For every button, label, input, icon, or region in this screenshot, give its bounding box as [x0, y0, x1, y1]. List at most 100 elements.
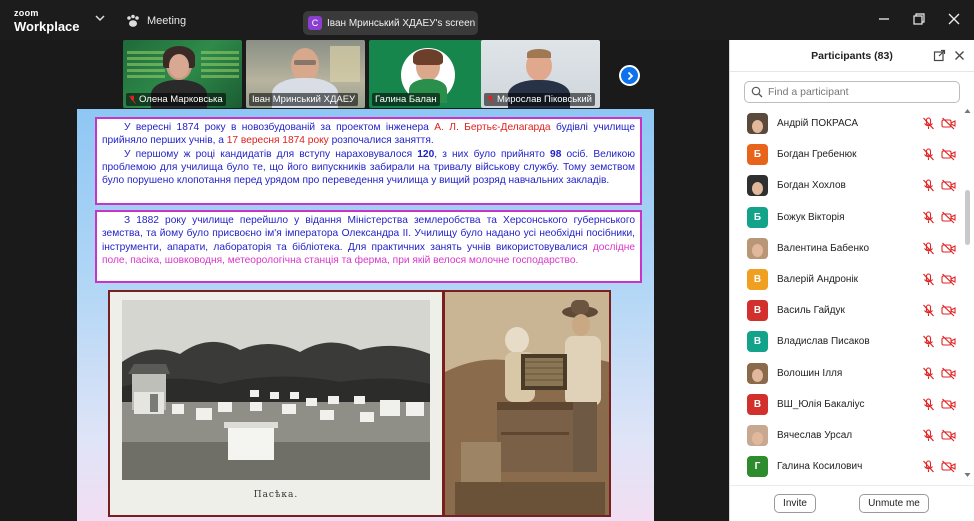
participant-row[interactable]: В Владислав Писаков	[730, 326, 968, 357]
share-label: Іван Мринський ХДАЕУ's screen	[327, 17, 476, 29]
slide-text-highlight: 17 вересня 1874 року	[226, 135, 329, 147]
paw-icon	[127, 14, 139, 27]
zoom-window: zoom Workplace Meeting С Іван Мринський …	[0, 0, 974, 521]
shared-screen-area: У вересні 1874 року в новозбудованій за …	[0, 109, 729, 521]
video-off-icon[interactable]	[941, 148, 956, 161]
participant-video-name: Іван Мринський ХДАЕУ	[252, 94, 356, 105]
slide-text-highlight: А. Л. Бертьє-Делагарда	[434, 122, 551, 133]
mic-muted-icon[interactable]	[922, 398, 935, 411]
participants-scrollbar[interactable]	[965, 190, 970, 245]
participant-photo-avatar	[747, 113, 768, 134]
video-tile[interactable]: Галина Балан	[369, 40, 488, 108]
close-panel-icon[interactable]	[953, 49, 966, 62]
video-off-icon[interactable]	[941, 398, 956, 411]
participant-video-name: Олена Марковська	[139, 94, 223, 105]
minimize-icon[interactable]	[876, 11, 892, 27]
video-off-icon[interactable]	[941, 304, 956, 317]
video-off-icon[interactable]	[941, 211, 956, 224]
slide-text: У першому ж році кандидатів для вступу н…	[124, 148, 418, 160]
participant-name: Андрій ПОКРАСА	[777, 118, 859, 129]
video-tile-active-speaker[interactable]: Іван Мринський ХДАЕУ	[246, 40, 365, 108]
participant-name: Галина Косилович	[777, 461, 863, 473]
participant-row[interactable]: В Василь Гайдук	[730, 295, 968, 326]
apiary-illustration	[122, 300, 430, 480]
brand-line1: zoom	[14, 8, 39, 18]
video-off-icon[interactable]	[941, 460, 956, 473]
slide-text-bold: 98	[550, 148, 562, 160]
mic-muted-icon[interactable]	[922, 304, 935, 317]
next-page-button[interactable]	[619, 65, 640, 86]
participant-initial-avatar: В	[747, 331, 768, 353]
screen-share-indicator[interactable]: С Іван Мринський ХДАЕУ's screen	[303, 11, 478, 35]
slide-text: , з них було прийнято	[434, 148, 551, 160]
participant-name: ВШ_Юлія Бакаліус	[777, 398, 865, 410]
pop-out-icon[interactable]	[933, 49, 946, 62]
participant-row[interactable]: Волошин Ілля	[730, 358, 968, 389]
video-off-icon[interactable]	[941, 429, 956, 442]
video-off-icon[interactable]	[941, 367, 956, 380]
mic-muted-icon	[129, 95, 136, 104]
mic-muted-icon[interactable]	[922, 242, 935, 255]
chevron-down-icon[interactable]	[94, 12, 106, 24]
participant-row[interactable]: В ВШ_Юлія Бакаліус	[730, 389, 968, 420]
participant-row[interactable]: Богдан Хохлов	[730, 170, 968, 201]
video-tile[interactable]: Олена Марковська	[123, 40, 242, 108]
meeting-tab[interactable]: Meeting	[125, 12, 186, 30]
scroll-down-icon[interactable]	[964, 472, 971, 478]
participant-row[interactable]: Вячеслав Урсал	[730, 420, 968, 451]
mic-muted-icon[interactable]	[922, 179, 935, 192]
video-off-icon[interactable]	[941, 335, 956, 348]
participant-name: Богдан Гребенюк	[777, 149, 857, 161]
meeting-label: Meeting	[147, 15, 187, 27]
participant-photo-avatar	[747, 425, 768, 446]
participant-search-input[interactable]	[768, 86, 948, 98]
mic-muted-icon[interactable]	[922, 460, 935, 473]
participant-initial-avatar: Г	[747, 456, 768, 478]
mic-muted-icon[interactable]	[922, 148, 935, 161]
mic-muted-icon[interactable]	[922, 211, 935, 224]
participant-initial-avatar: В	[747, 269, 768, 290]
participant-search-field[interactable]	[744, 81, 960, 103]
invite-button[interactable]: Invite	[774, 494, 816, 513]
participant-photo-avatar	[747, 237, 768, 259]
photo-caption: Пасѣка.	[253, 490, 299, 500]
participant-row[interactable]: Г Галина Косилович	[730, 451, 968, 478]
mic-muted-icon[interactable]	[922, 335, 935, 348]
video-off-icon[interactable]	[941, 117, 956, 130]
video-off-icon[interactable]	[941, 273, 956, 286]
video-tile[interactable]: Мирослав Піковський	[481, 40, 600, 108]
mic-muted-icon[interactable]	[922, 117, 935, 130]
participant-row[interactable]: Б Божук Вікторія	[730, 202, 968, 233]
participant-row[interactable]: Б Богдан Гребенюк	[730, 139, 968, 170]
participant-row[interactable]: Валентина Бабенко	[730, 233, 968, 264]
brand-line2: Workplace	[14, 19, 80, 34]
participant-row[interactable]: Андрій ПОКРАСА	[730, 108, 968, 139]
participant-photo-avatar	[747, 362, 768, 384]
participant-photo-avatar	[747, 175, 768, 197]
participant-name: Василь Гайдук	[777, 305, 845, 317]
participant-row[interactable]: В Валерій Андронік	[730, 264, 968, 295]
mic-muted-icon[interactable]	[922, 367, 935, 380]
beekeepers-photo	[443, 290, 611, 517]
slide-text: З 1882 року училище перейшло у відання М…	[102, 215, 635, 253]
participant-initial-avatar: В	[747, 300, 768, 322]
participant-name: Вячеслав Урсал	[777, 430, 853, 441]
unmute-me-button[interactable]: Unmute me	[859, 494, 929, 513]
participant-video-name: Мирослав Піковський	[497, 94, 592, 105]
scroll-up-icon[interactable]	[964, 108, 971, 114]
mic-muted-icon[interactable]	[922, 429, 935, 442]
video-off-icon[interactable]	[941, 179, 956, 192]
video-off-icon[interactable]	[941, 242, 956, 255]
presentation-slide: У вересні 1874 року в новозбудованій за …	[77, 109, 654, 521]
zoom-workplace-logo[interactable]: zoom Workplace	[14, 8, 80, 34]
mic-muted-icon[interactable]	[922, 273, 935, 286]
tile-name-tag: Мирослав Піковський	[484, 93, 595, 106]
tile-name-tag: Олена Марковська	[126, 93, 226, 106]
participant-initial-avatar: Б	[747, 144, 768, 166]
participant-name: Волошин Ілля	[777, 367, 843, 379]
chevron-right-icon	[627, 71, 633, 80]
participant-name: Валерій Андронік	[777, 274, 859, 285]
slide-text-box-1: У вересні 1874 року в новозбудованій за …	[95, 117, 642, 205]
close-icon[interactable]	[946, 11, 962, 27]
restore-icon[interactable]	[911, 11, 927, 27]
